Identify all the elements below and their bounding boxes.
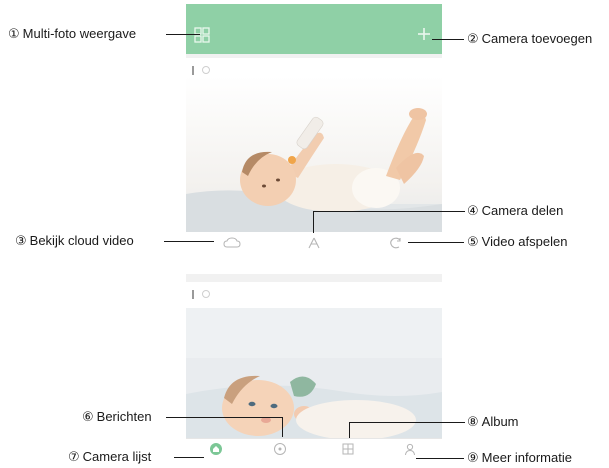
cloud-video-button[interactable] xyxy=(202,236,262,250)
callout-number: ② xyxy=(467,31,479,46)
callout-more-info: ⑨ Meer informatie xyxy=(467,450,572,466)
callout-text: Meer informatie xyxy=(481,450,572,465)
camera-action-bar xyxy=(186,232,442,274)
callout-number: ⑦ xyxy=(68,449,80,464)
callout-number: ③ xyxy=(15,233,27,248)
callout-text: Camera toevoegen xyxy=(481,31,593,46)
bottom-tab-bar xyxy=(186,438,442,468)
playback-button[interactable] xyxy=(366,236,426,250)
callout-album: ⑧ Album xyxy=(467,414,519,430)
plus-icon[interactable] xyxy=(416,26,432,42)
leader-line xyxy=(432,39,464,40)
callout-number: ⑤ xyxy=(467,234,479,249)
callout-text: Bekijk cloud video xyxy=(29,233,134,248)
callout-number: ① xyxy=(8,26,20,41)
leader-line xyxy=(313,211,465,212)
callout-multi-photo-view: ① Multi-foto weergave xyxy=(8,26,136,42)
tab-camera-list[interactable] xyxy=(196,442,236,457)
leader-line xyxy=(164,241,214,242)
camera-card[interactable] xyxy=(186,282,442,438)
home-icon xyxy=(210,443,222,455)
leader-line xyxy=(349,422,465,423)
cloud-icon xyxy=(223,237,241,248)
album-icon xyxy=(342,443,354,455)
leader-line xyxy=(408,242,464,243)
leader-line xyxy=(166,417,282,418)
callout-text: Camera lijst xyxy=(82,449,152,464)
status-bar xyxy=(186,4,442,16)
flag-icon xyxy=(192,65,194,75)
leader-line xyxy=(349,422,350,438)
camera-video-feed[interactable] xyxy=(186,308,442,438)
phone-screen xyxy=(186,4,442,468)
tab-album[interactable] xyxy=(328,442,368,457)
share-icon xyxy=(308,237,320,249)
playback-icon xyxy=(390,237,401,249)
status-icon xyxy=(202,290,210,298)
callout-text: Video afspelen xyxy=(481,234,568,249)
callout-text: Berichten xyxy=(96,409,152,424)
card-header xyxy=(192,288,210,300)
message-icon xyxy=(274,443,286,455)
leader-line xyxy=(166,34,200,35)
callout-number: ⑥ xyxy=(82,409,94,424)
callout-number: ⑨ xyxy=(467,450,479,465)
callout-messages: ⑥ Berichten xyxy=(82,409,152,425)
leader-line xyxy=(416,458,464,459)
card-header xyxy=(192,64,210,76)
share-camera-button[interactable] xyxy=(284,236,344,250)
tab-messages[interactable] xyxy=(260,442,300,457)
leader-line xyxy=(313,211,314,233)
callout-number: ⑧ xyxy=(467,414,479,429)
camera-card[interactable] xyxy=(186,58,442,234)
flag-icon xyxy=(192,289,194,299)
grid-icon[interactable] xyxy=(194,27,210,43)
callout-playback: ⑤ Video afspelen xyxy=(467,234,567,250)
callout-number: ④ xyxy=(467,203,479,218)
tab-more-info[interactable] xyxy=(390,442,430,457)
status-icon xyxy=(202,66,210,74)
nav-bar xyxy=(186,16,442,54)
callout-add-camera: ② Camera toevoegen xyxy=(467,31,592,47)
leader-line xyxy=(282,417,283,437)
callout-text: Camera delen xyxy=(481,203,564,218)
callout-camera-list: ⑦ Camera lijst xyxy=(68,449,151,465)
callout-share-camera: ④ Camera delen xyxy=(467,203,563,219)
callout-text: Album xyxy=(481,414,519,429)
leader-line xyxy=(174,457,204,458)
person-icon xyxy=(405,443,415,456)
callout-text: Multi-foto weergave xyxy=(22,26,137,41)
callout-cloud-video: ③ Bekijk cloud video xyxy=(15,233,134,249)
